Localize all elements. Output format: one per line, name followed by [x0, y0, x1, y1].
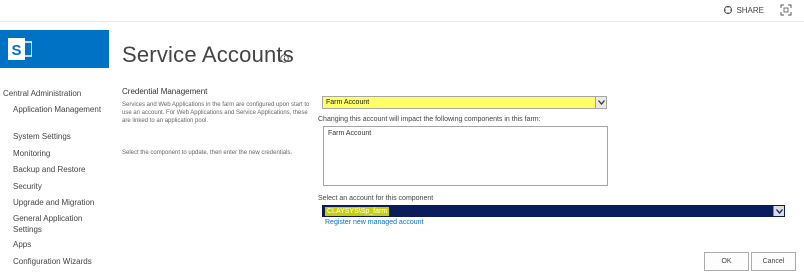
account-select-label: Select an account for this component: [318, 195, 434, 202]
sharepoint-logo[interactable]: S: [0, 30, 109, 68]
nav-item-general-application-settings[interactable]: General Application Settings: [13, 213, 108, 235]
share-button[interactable]: SHARE: [723, 5, 764, 15]
register-managed-account-link[interactable]: Register new managed account: [325, 219, 423, 226]
focus-on-content-icon[interactable]: [780, 4, 792, 16]
nav-item-upgrade-and-migration[interactable]: Upgrade and Migration: [13, 197, 108, 208]
account-select[interactable]: CLAYSYS\Sp_farm: [322, 205, 785, 217]
nav-item-backup-and-restore[interactable]: Backup and Restore: [13, 164, 108, 175]
suite-bar: SHARE: [0, 0, 804, 22]
account-select-value: CLAYSYS\Sp_farm: [325, 207, 390, 216]
share-label: SHARE: [736, 5, 764, 15]
impact-label: Changing this account will impact the fo…: [318, 116, 541, 123]
nav-item-security[interactable]: Security: [13, 181, 108, 192]
sharepoint-logo-icon: S: [8, 38, 32, 60]
component-select-value: Farm Account: [326, 99, 370, 106]
nav-central-administration[interactable]: Central Administration: [3, 88, 81, 99]
nav-item-application-management[interactable]: Application Management: [13, 104, 108, 115]
svg-text:S: S: [11, 42, 21, 59]
page-title: Service Accounts: [122, 42, 294, 67]
info-icon[interactable]: [280, 54, 289, 63]
impacted-components-box: Farm Account: [323, 126, 608, 186]
nav-item-configuration-wizards[interactable]: Configuration Wizards: [13, 256, 108, 267]
nav-item-monitoring[interactable]: Monitoring: [13, 148, 108, 159]
nav-item-system-settings[interactable]: System Settings: [13, 131, 108, 142]
section-title: Credential Management: [122, 87, 208, 96]
share-icon: [724, 5, 733, 15]
cancel-button[interactable]: Cancel: [751, 252, 796, 271]
chevron-down-icon[interactable]: [773, 206, 784, 216]
ok-button[interactable]: OK: [704, 252, 749, 271]
component-select[interactable]: Farm Account: [322, 96, 607, 109]
impacted-components-text: Farm Account: [328, 130, 372, 137]
section-instructions: Select the component to update, then ent…: [122, 150, 293, 156]
nav-item-apps[interactable]: Apps: [13, 239, 108, 250]
chevron-down-icon[interactable]: [595, 97, 606, 108]
section-description: Services and Web Applications in the far…: [122, 102, 310, 124]
